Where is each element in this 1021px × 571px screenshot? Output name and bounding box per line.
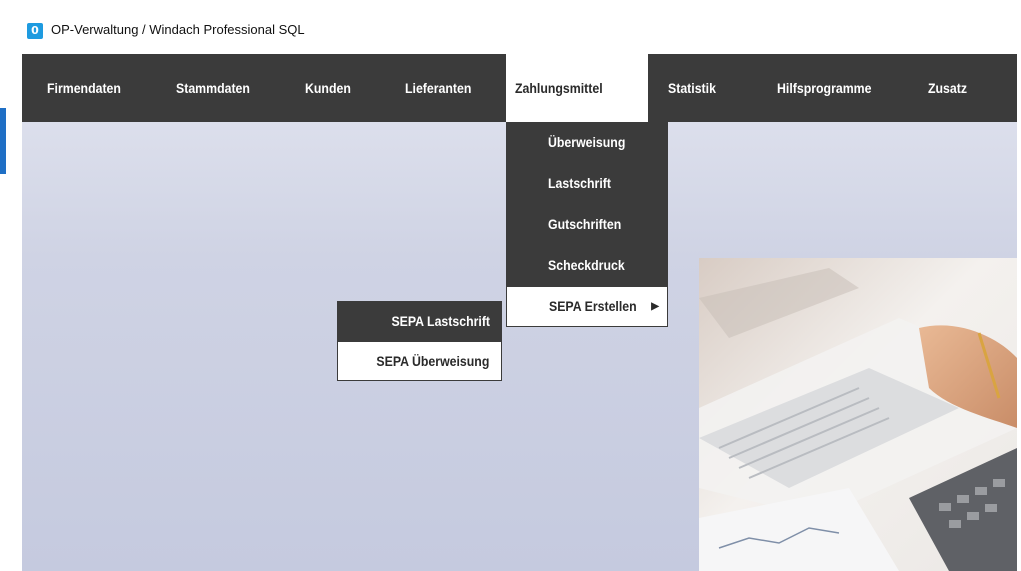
main-menu-bar: Firmendaten Stammdaten Kunden Lieferante… — [22, 54, 1017, 122]
menu-statistik[interactable]: Statistik — [668, 54, 716, 122]
dropdown-item-label: Scheckdruck — [548, 257, 625, 273]
dropdown-item-ueberweisung[interactable]: Überweisung — [506, 122, 668, 163]
submenu-item-sepa-lastschrift[interactable]: SEPA Lastschrift — [337, 301, 502, 341]
submenu-item-label: SEPA Überweisung — [376, 353, 489, 369]
dropdown-item-gutschriften[interactable]: Gutschriften — [506, 204, 668, 245]
zahlungsmittel-dropdown: Überweisung Lastschrift Gutschriften Sch… — [506, 122, 668, 327]
menu-zahlungsmittel[interactable]: Zahlungsmittel — [506, 54, 648, 122]
menu-firmendaten[interactable]: Firmendaten — [47, 54, 121, 122]
laptop-calculator-image — [699, 258, 1017, 571]
window-left-edge — [0, 54, 6, 571]
dropdown-item-label: Überweisung — [548, 134, 626, 150]
window-title: OP-Verwaltung / Windach Professional SQL — [51, 22, 305, 37]
dropdown-item-lastschrift[interactable]: Lastschrift — [506, 163, 668, 204]
menu-kunden[interactable]: Kunden — [305, 54, 351, 122]
menu-hilfsprogramme[interactable]: Hilfsprogramme — [777, 54, 871, 122]
app-icon: 0 — [27, 23, 43, 39]
dropdown-item-label: Lastschrift — [548, 175, 611, 191]
dropdown-item-sepa-erstellen[interactable]: SEPA Erstellen ▶ — [506, 286, 668, 327]
menu-lieferanten[interactable]: Lieferanten — [405, 54, 471, 122]
sepa-submenu: SEPA Lastschrift SEPA Überweisung — [337, 301, 502, 381]
office-photo — [699, 258, 1017, 571]
dropdown-item-label: Gutschriften — [548, 216, 622, 232]
title-bar: 0 OP-Verwaltung / Windach Professional S… — [0, 0, 1021, 54]
submenu-arrow-icon: ▶ — [651, 301, 659, 312]
menu-zahlungsmittel-label: Zahlungsmittel — [515, 80, 603, 96]
menu-zusatz[interactable]: Zusatz — [928, 54, 967, 122]
submenu-item-sepa-ueberweisung[interactable]: SEPA Überweisung — [337, 341, 502, 381]
submenu-item-label: SEPA Lastschrift — [391, 313, 490, 329]
dropdown-item-scheckdruck[interactable]: Scheckdruck — [506, 245, 668, 286]
menu-stammdaten[interactable]: Stammdaten — [176, 54, 250, 122]
dropdown-item-label: SEPA Erstellen — [549, 298, 637, 314]
